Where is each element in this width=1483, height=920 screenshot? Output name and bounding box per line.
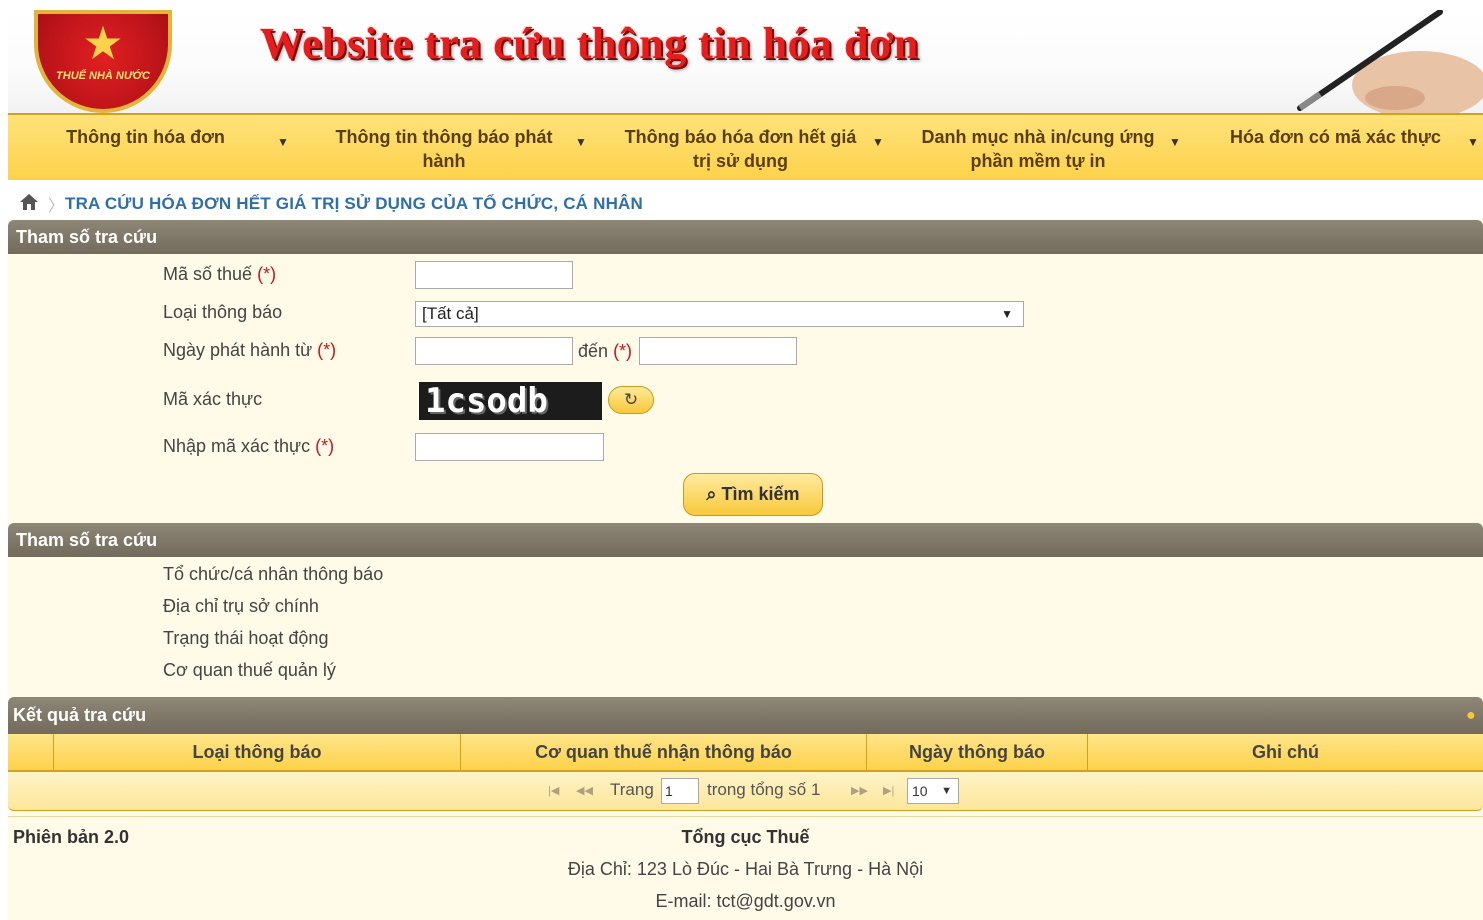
captcha-input-label: Nhập mã xác thực (*) — [163, 436, 334, 457]
results-header: Kết quả tra cứu ● — [8, 697, 1483, 734]
dropdown-arrow-icon: ▼ — [1001, 307, 1013, 321]
chevron-down-icon[interactable]: ▼ — [872, 135, 884, 149]
required-mark: (*) — [315, 436, 335, 456]
chevron-down-icon[interactable]: ▼ — [575, 135, 587, 149]
search-button-label: Tìm kiếm — [721, 484, 800, 504]
section-title: Tham số tra cứu — [16, 227, 158, 247]
star-icon: ★ — [82, 17, 124, 69]
page-label: Trang — [610, 780, 654, 799]
refresh-captcha-button[interactable]: ↻ — [608, 386, 654, 414]
notice-type-select[interactable]: [Tất cả] ▼ — [415, 301, 1024, 327]
main-nav: Thông tin hóa đơn ▼ Thông tin thông báo … — [8, 113, 1483, 182]
emblem-text: THUẾ NHÀ NƯỚC — [56, 70, 150, 82]
breadcrumb-separator: 〉 — [48, 198, 65, 215]
pager: |◀ ◀◀ Trang 1 trong tổng số 1 ▶▶ ▶| 10 ▼ — [8, 772, 1483, 811]
search-params-header: Tham số tra cứu — [8, 220, 1483, 254]
footer-email: E-mail: tct@gdt.gov.vn — [655, 891, 836, 911]
chevron-down-icon[interactable]: ▼ — [1169, 135, 1181, 149]
label-text: Nhập mã xác thực — [163, 436, 311, 456]
home-icon[interactable] — [19, 193, 39, 211]
column-header-note[interactable]: Ghi chú — [1087, 734, 1483, 770]
date-from-label: Ngày phát hành từ (*) — [163, 340, 336, 361]
breadcrumb-current: TRA CỨU HÓA ĐƠN HẾT GIÁ TRỊ SỬ DỤNG CỦA … — [65, 194, 643, 213]
info-section-header: Tham số tra cứu — [8, 523, 1483, 557]
last-page-icon[interactable]: ▶| — [883, 784, 894, 797]
label-text: đến — [578, 341, 609, 361]
nav-item-expired-invoice-notice[interactable]: Thông báo hóa đơn hết giá trị sử dụng — [618, 125, 863, 173]
nav-item-printers-list[interactable]: Danh mục nhà in/cung ứng phần mềm tự in — [914, 125, 1162, 173]
footer-address: Địa Chỉ: 123 Lò Đúc - Hai Bà Trưng - Hà … — [567, 859, 924, 879]
label-text: Mã số thuế — [163, 264, 253, 284]
pen-hand-icon — [1297, 10, 1483, 113]
notice-type-label: Loại thông báo — [163, 302, 283, 322]
total-pages-label: trong tổng số 1 — [707, 780, 821, 799]
notice-type-value: [Tất cả] — [422, 304, 479, 323]
captcha-label: Mã xác thực — [163, 389, 263, 409]
status-label: Trạng thái hoạt động — [163, 628, 329, 648]
nav-item-invoice-info[interactable]: Thông tin hóa đơn — [48, 125, 243, 149]
prev-page-icon[interactable]: ◀◀ — [576, 784, 593, 797]
footer: Phiên bản 2.0 Tổng cục Thuế Địa Chỉ: 123… — [8, 816, 1483, 920]
next-page-icon[interactable]: ▶▶ — [851, 784, 868, 797]
search-button[interactable]: ⌕ Tìm kiếm — [683, 473, 823, 516]
column-header-date[interactable]: Ngày thông báo — [866, 734, 1087, 770]
required-mark: (*) — [257, 264, 277, 284]
tax-code-label: Mã số thuế (*) — [163, 264, 276, 285]
captcha-image: 1csodb — [419, 382, 602, 420]
org-label: Tổ chức/cá nhân thông báo — [163, 564, 384, 584]
section-title: Tham số tra cứu — [16, 530, 158, 550]
column-header-notice-type[interactable]: Loại thông báo — [53, 734, 460, 770]
page-size-value: 10 — [912, 783, 928, 799]
date-to-input[interactable] — [639, 337, 797, 365]
captcha-input[interactable] — [415, 433, 604, 461]
nav-item-issuance-notice[interactable]: Thông tin thông báo phát hành — [326, 125, 562, 173]
page-size-select[interactable]: 10 ▼ — [907, 778, 959, 804]
column-header-index — [8, 734, 53, 770]
label-text: Ngày phát hành từ — [163, 340, 313, 360]
section-title: Kết quả tra cứu — [13, 705, 147, 725]
nav-item-verified-invoice[interactable]: Hóa đơn có mã xác thực — [1223, 125, 1448, 149]
refresh-icon: ↻ — [623, 390, 639, 409]
column-header-tax-office[interactable]: Cơ quan thuế nhận thông báo — [460, 734, 866, 770]
site-title: Website tra cứu thông tin hóa đơn — [260, 19, 919, 68]
page: ★ THUẾ NHÀ NƯỚC Website tra cứu thông ti… — [8, 10, 1483, 920]
page-number-input[interactable]: 1 — [661, 778, 699, 804]
required-mark: (*) — [613, 341, 633, 361]
search-icon: ⌕ — [706, 484, 717, 504]
address-label: Địa chỉ trụ sở chính — [163, 596, 319, 616]
date-from-input[interactable] — [415, 337, 573, 365]
dropdown-arrow-icon: ▼ — [941, 785, 952, 797]
required-mark: (*) — [317, 340, 337, 360]
tax-code-input[interactable] — [415, 261, 573, 289]
collapse-icon[interactable]: ● — [1466, 697, 1476, 734]
tax-emblem-logo: ★ THUẾ NHÀ NƯỚC — [34, 10, 172, 113]
chevron-down-icon[interactable]: ▼ — [277, 135, 289, 149]
date-to-label: đến (*) — [578, 341, 632, 362]
first-page-icon[interactable]: |◀ — [548, 784, 559, 797]
chevron-down-icon[interactable]: ▼ — [1467, 135, 1479, 149]
tax-office-label: Cơ quan thuế quản lý — [163, 660, 336, 680]
header-banner: ★ THUẾ NHÀ NƯỚC Website tra cứu thông ti… — [8, 10, 1483, 113]
footer-org: Tổng cục Thuế — [681, 827, 810, 847]
results-table-header: Loại thông báo Cơ quan thuế nhận thông b… — [8, 734, 1483, 772]
